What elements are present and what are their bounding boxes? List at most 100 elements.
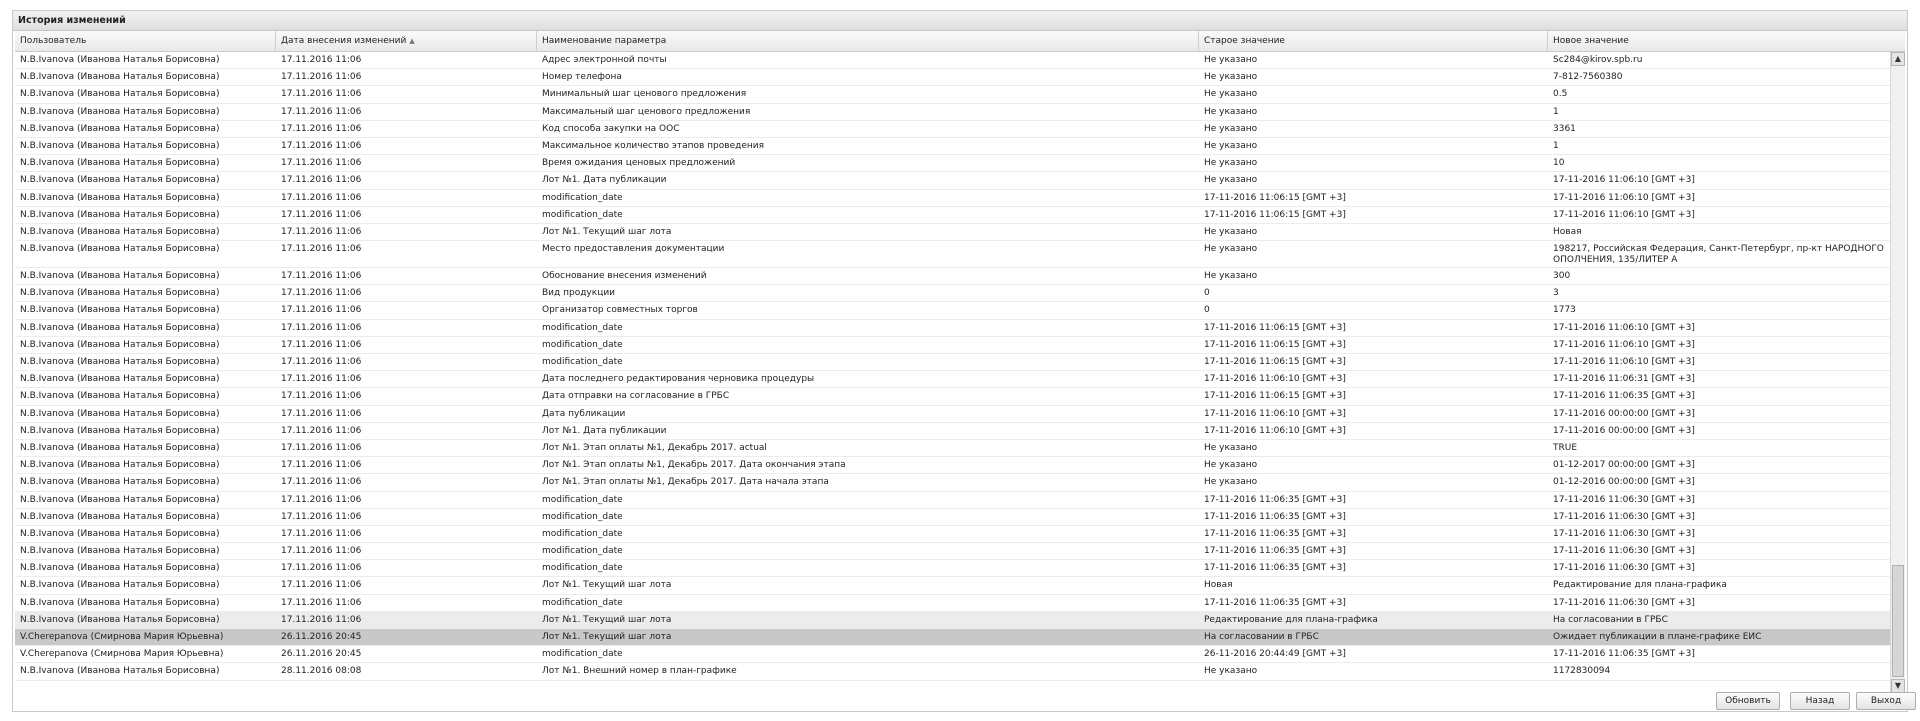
table-row[interactable]: V.Cherepanova (Смирнова Мария Юрьевна) 26… bbox=[15, 629, 1890, 647]
table-row[interactable]: N.B.Ivanova (Иванова Наталья Борисовна) 1… bbox=[15, 320, 1890, 337]
column-header-user[interactable]: Пользователь bbox=[15, 31, 276, 51]
column-header-old-value-label: Старое значение bbox=[1204, 36, 1285, 46]
table-row[interactable]: N.B.Ivanova (Иванова Наталья Борисовна) 1… bbox=[15, 172, 1890, 190]
scroll-up-icon[interactable]: ▲ bbox=[1891, 52, 1905, 66]
table-row[interactable]: N.B.Ivanova (Иванова Наталья Борисовна) 1… bbox=[15, 190, 1890, 207]
cell-new-value: 17-11-2016 11:06:30 [GMT +3] bbox=[1553, 546, 1695, 557]
table-row[interactable]: N.B.Ivanova (Иванова Наталья Борисовна) 2… bbox=[15, 663, 1890, 681]
cell-old-value: 17-11-2016 11:06:10 [GMT +3] bbox=[1204, 425, 1346, 436]
cell-parameter: Адрес электронной почты bbox=[542, 55, 667, 65]
table-row[interactable]: N.B.Ivanova (Иванова Наталья Борисовна) 1… bbox=[15, 543, 1890, 561]
table-row[interactable]: N.B.Ivanova (Иванова Наталья Борисовна) 1… bbox=[15, 52, 1890, 70]
table-row[interactable]: N.B.Ivanova (Иванова Наталья Борисовна) 1… bbox=[15, 302, 1890, 320]
column-header-change-date[interactable]: Дата внесения изменений ▲ bbox=[276, 31, 537, 51]
cell-change-date: 17.11.2016 11:06 bbox=[281, 374, 362, 385]
cell-change-date: 17.11.2016 11:06 bbox=[281, 288, 362, 299]
cell-user: N.B.Ivanova (Иванова Наталья Борисовна) bbox=[20, 339, 220, 350]
cell-change-date: 26.11.2016 20:45 bbox=[281, 632, 362, 642]
cell-user: N.B.Ivanova (Иванова Наталья Борисовна) bbox=[20, 494, 220, 505]
cell-old-value: 17-11-2016 11:06:35 [GMT +3] bbox=[1204, 563, 1346, 574]
table-row[interactable]: N.B.Ivanova (Иванова Наталья Борисовна) 1… bbox=[15, 337, 1890, 354]
table-row[interactable]: N.B.Ivanova (Иванова Наталья Борисовна) 1… bbox=[15, 595, 1890, 612]
cell-parameter: Лот №1. Внешний номер в план-графике bbox=[542, 666, 737, 677]
cell-new-value: 17-11-2016 11:06:10 [GMT +3] bbox=[1553, 175, 1695, 186]
cell-parameter: modification_date bbox=[542, 192, 623, 203]
button-bar: Обновить Назад Выход bbox=[13, 689, 1916, 711]
column-header-new-value[interactable]: Новое значение bbox=[1548, 31, 1905, 51]
table-row[interactable]: N.B.Ivanova (Иванова Наталья Борисовна) 1… bbox=[15, 509, 1890, 526]
cell-new-value: 17-11-2016 11:06:10 [GMT +3] bbox=[1553, 357, 1695, 367]
table-row[interactable]: N.B.Ivanova (Иванова Наталья Борисовна) 1… bbox=[15, 121, 1890, 138]
table-row[interactable]: N.B.Ivanova (Иванова Наталья Борисовна) 1… bbox=[15, 577, 1890, 595]
table-row[interactable]: N.B.Ivanova (Иванова Наталья Борисовна) 1… bbox=[15, 285, 1890, 303]
exit-button[interactable]: Выход bbox=[1856, 692, 1916, 710]
cell-old-value: 17-11-2016 11:06:15 [GMT +3] bbox=[1204, 391, 1346, 402]
table-row[interactable]: N.B.Ivanova (Иванова Наталья Борисовна) 1… bbox=[15, 611, 1890, 629]
table-row[interactable]: N.B.Ivanova (Иванова Наталья Борисовна) 1… bbox=[15, 268, 1890, 286]
cell-user: N.B.Ivanova (Иванова Наталья Борисовна) bbox=[20, 55, 220, 65]
table-row[interactable]: N.B.Ivanova (Иванова Наталья Борисовна) 1… bbox=[15, 86, 1890, 104]
table-row[interactable]: N.B.Ivanova (Иванова Наталья Борисовна) 1… bbox=[15, 406, 1890, 423]
column-header-old-value[interactable]: Старое значение bbox=[1199, 31, 1548, 51]
table-row[interactable]: N.B.Ivanova (Иванова Наталья Борисовна) 1… bbox=[15, 371, 1890, 389]
table-row[interactable]: N.B.Ivanova (Иванова Наталья Борисовна) 1… bbox=[15, 492, 1890, 509]
cell-parameter: Код способа закупки на ООС bbox=[542, 123, 680, 134]
cell-parameter: Номер телефона bbox=[542, 72, 622, 83]
cell-parameter: modification_date bbox=[542, 649, 623, 660]
cell-old-value: Не указано bbox=[1204, 55, 1258, 65]
cell-change-date: 17.11.2016 11:06 bbox=[281, 511, 362, 522]
table-row[interactable]: N.B.Ivanova (Иванова Наталья Борисовна) 1… bbox=[15, 560, 1890, 578]
cell-new-value: 1773 bbox=[1553, 305, 1576, 316]
cell-change-date: 17.11.2016 11:06 bbox=[281, 408, 362, 419]
table-row[interactable]: N.B.Ivanova (Иванова Наталья Борисовна) 1… bbox=[15, 388, 1890, 406]
cell-parameter: Дата отправки на согласование в ГРБС bbox=[542, 391, 730, 402]
table-row[interactable]: N.B.Ivanova (Иванова Наталья Борисовна) 1… bbox=[15, 241, 1890, 269]
cell-parameter: modification_date bbox=[542, 322, 623, 333]
cell-parameter: Время ожидания ценовых предложений bbox=[542, 158, 736, 169]
cell-user: N.B.Ivanova (Иванова Наталья Борисовна) bbox=[20, 614, 220, 625]
cell-parameter: modification_date bbox=[542, 597, 623, 608]
table-row[interactable]: N.B.Ivanova (Иванова Наталья Борисовна) 1… bbox=[15, 354, 1890, 372]
cell-parameter: Дата публикации bbox=[542, 408, 626, 419]
refresh-button[interactable]: Обновить bbox=[1716, 692, 1780, 710]
cell-user: N.B.Ivanova (Иванова Наталья Борисовна) bbox=[20, 666, 220, 677]
cell-new-value: 17-11-2016 11:06:10 [GMT +3] bbox=[1553, 322, 1695, 333]
table-row[interactable]: N.B.Ivanova (Иванова Наталья Борисовна) 1… bbox=[15, 104, 1890, 121]
cell-old-value: 17-11-2016 11:06:10 [GMT +3] bbox=[1204, 374, 1346, 385]
table-row[interactable]: N.B.Ivanova (Иванова Наталья Борисовна) 1… bbox=[15, 526, 1890, 544]
table-row[interactable]: V.Cherepanova (Смирнова Мария Юрьевна) 26… bbox=[15, 646, 1890, 664]
cell-new-value: 3361 bbox=[1553, 123, 1576, 134]
vertical-scrollbar[interactable]: ▲ ▼ bbox=[1890, 52, 1905, 693]
cell-user: N.B.Ivanova (Иванова Наталья Борисовна) bbox=[20, 425, 220, 436]
back-button[interactable]: Назад bbox=[1790, 692, 1850, 710]
cell-change-date: 17.11.2016 11:06 bbox=[281, 140, 362, 151]
cell-old-value: 0 bbox=[1204, 288, 1210, 299]
table-row[interactable]: N.B.Ivanova (Иванова Наталья Борисовна) 1… bbox=[15, 138, 1890, 156]
table-row[interactable]: N.B.Ivanova (Иванова Наталья Борисовна) 1… bbox=[15, 423, 1890, 440]
table-row[interactable]: N.B.Ivanova (Иванова Наталья Борисовна) 1… bbox=[15, 474, 1890, 492]
cell-old-value: Не указано bbox=[1204, 442, 1258, 453]
grid-header: Пользователь Дата внесения изменений ▲ На… bbox=[15, 31, 1905, 52]
cell-change-date: 17.11.2016 11:06 bbox=[281, 614, 362, 625]
cell-new-value: 17-11-2016 11:06:30 [GMT +3] bbox=[1553, 528, 1695, 539]
column-header-parameter[interactable]: Наименование параметра bbox=[537, 31, 1199, 51]
scrollbar-thumb[interactable] bbox=[1892, 565, 1904, 677]
cell-new-value: Новая bbox=[1553, 226, 1582, 237]
table-row[interactable]: N.B.Ivanova (Иванова Наталья Борисовна) 1… bbox=[15, 224, 1890, 242]
cell-parameter: Лот №1. Текущий шаг лота bbox=[542, 614, 672, 625]
cell-user: N.B.Ivanova (Иванова Наталья Борисовна) bbox=[20, 546, 220, 557]
table-row[interactable]: N.B.Ivanova (Иванова Наталья Борисовна) 1… bbox=[15, 440, 1890, 458]
table-row[interactable]: N.B.Ivanova (Иванова Наталья Борисовна) 1… bbox=[15, 69, 1890, 87]
table-row[interactable]: N.B.Ivanova (Иванова Наталья Борисовна) 1… bbox=[15, 457, 1890, 475]
cell-old-value: 17-11-2016 11:06:10 [GMT +3] bbox=[1204, 408, 1346, 419]
cell-user: N.B.Ivanova (Иванова Наталья Борисовна) bbox=[20, 460, 220, 471]
column-header-change-date-label: Дата внесения изменений bbox=[281, 36, 407, 46]
cell-change-date: 17.11.2016 11:06 bbox=[281, 271, 362, 282]
cell-parameter: Максимальный шаг ценового предложения bbox=[542, 106, 751, 117]
cell-old-value: Новая bbox=[1204, 580, 1233, 591]
cell-change-date: 17.11.2016 11:06 bbox=[281, 391, 362, 402]
cell-new-value: 1 bbox=[1553, 106, 1559, 117]
cell-user: N.B.Ivanova (Иванова Наталья Борисовна) bbox=[20, 226, 220, 237]
table-row[interactable]: N.B.Ivanova (Иванова Наталья Борисовна) 1… bbox=[15, 207, 1890, 224]
table-row[interactable]: N.B.Ivanova (Иванова Наталья Борисовна) 1… bbox=[15, 155, 1890, 173]
